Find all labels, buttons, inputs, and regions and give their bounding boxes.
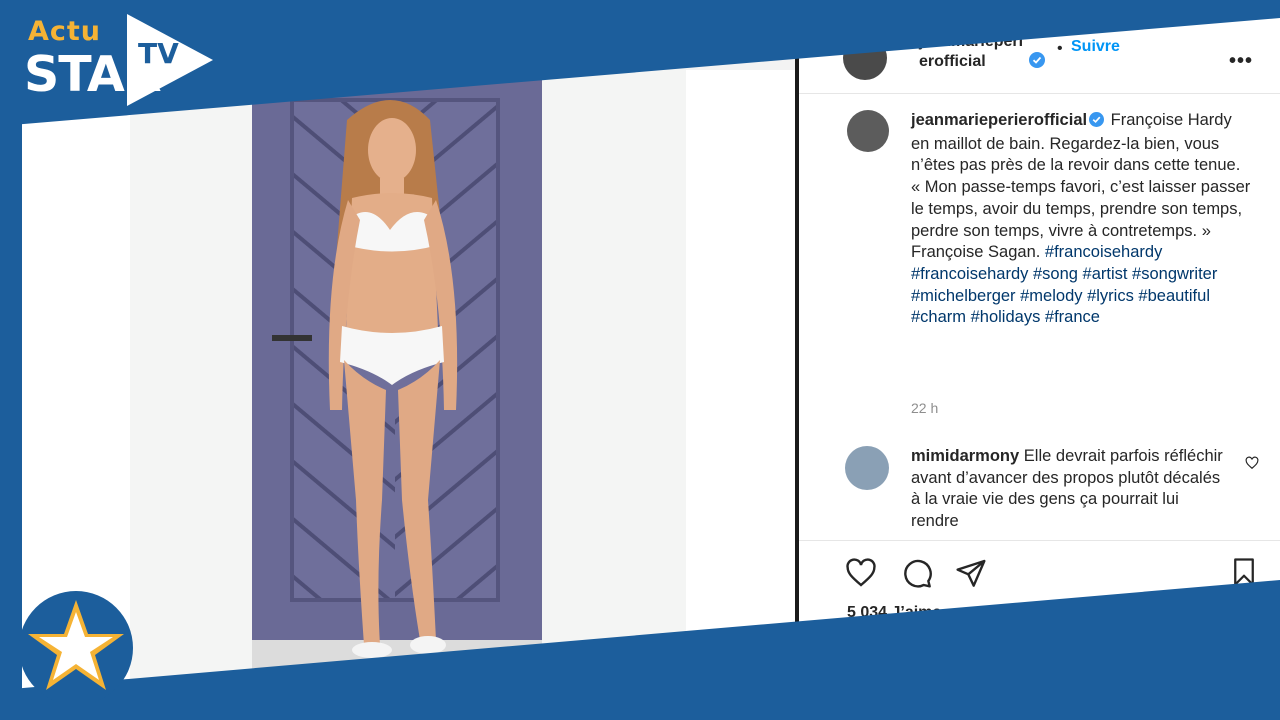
logo-actu-text: Actu [28,16,102,47]
comment-username[interactable]: mimidarmony [911,447,1019,465]
post-caption: jeanmarieperierofficial Françoise Hardy … [911,110,1251,329]
logo-tv-text: TV [138,37,179,70]
comment-icon[interactable] [901,557,933,594]
post-time: 22 h [911,400,939,416]
post-photo[interactable] [22,70,795,700]
share-icon[interactable] [955,557,987,594]
comment-like-icon[interactable] [1245,456,1259,475]
actustar-tv-logo[interactable]: Actu STAR TV [22,8,222,108]
comment: mimidarmony Elle devrait parfois réfléch… [911,446,1231,533]
bookmark-icon[interactable] [1229,557,1259,592]
post-actions [799,540,1280,600]
likes-count[interactable]: 5 034 J’aime [847,604,941,622]
commenter-avatar[interactable] [845,446,889,490]
caption-text: Françoise Hardy en maillot de bain. Rega… [911,111,1251,262]
heart-icon[interactable] [845,557,877,594]
star-badge-icon [18,590,134,706]
photo-image [252,80,542,680]
